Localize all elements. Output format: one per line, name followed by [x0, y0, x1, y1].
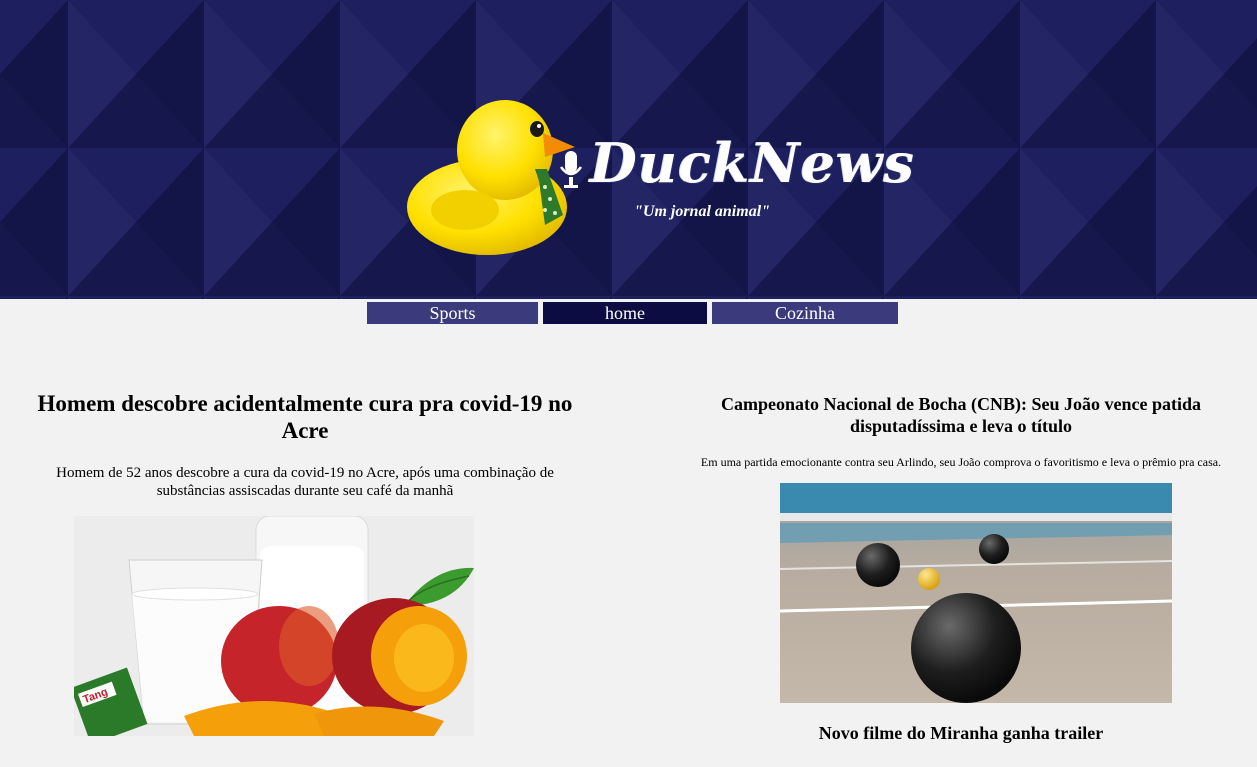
site-logo[interactable]: DuckNews "Um jornal animal" — [405, 95, 914, 265]
brand-name: DuckNews — [590, 131, 915, 195]
article-title[interactable]: Campeonato Nacional de Bocha (CNB): Seu … — [664, 393, 1257, 437]
nav-item-cozinha[interactable]: Cozinha — [712, 302, 898, 324]
brand-tagline: "Um jornal animal" — [634, 203, 771, 220]
article-title[interactable]: Homem descobre acidentalmente cura pra c… — [20, 390, 590, 444]
main-nav: Sports home Cozinha — [0, 302, 1257, 324]
nav-item-sports[interactable]: Sports — [367, 302, 538, 324]
rubber-duck-icon — [407, 100, 575, 255]
article-summary: Em uma partida emocionante contra seu Ar… — [700, 455, 1222, 469]
milk-mango-image: Tang — [70, 515, 474, 745]
article-summary: Homem de 52 anos descobre a cura da covi… — [56, 465, 554, 499]
article-card: Novo filme do Miranha ganha trailer — [664, 722, 1257, 744]
nav-item-home[interactable]: home — [543, 302, 707, 324]
article-card: Homem descobre acidentalmente cura pra c… — [20, 390, 590, 745]
article-image[interactable] — [779, 483, 1173, 703]
site-header: DuckNews "Um jornal animal" — [0, 0, 1257, 299]
microphone-icon — [559, 151, 583, 188]
article-card: Campeonato Nacional de Bocha (CNB): Seu … — [664, 393, 1257, 703]
bocce-balls-image — [779, 483, 1173, 703]
article-title[interactable]: Novo filme do Miranha ganha trailer — [664, 722, 1257, 744]
article-image[interactable]: Tang — [70, 515, 474, 745]
